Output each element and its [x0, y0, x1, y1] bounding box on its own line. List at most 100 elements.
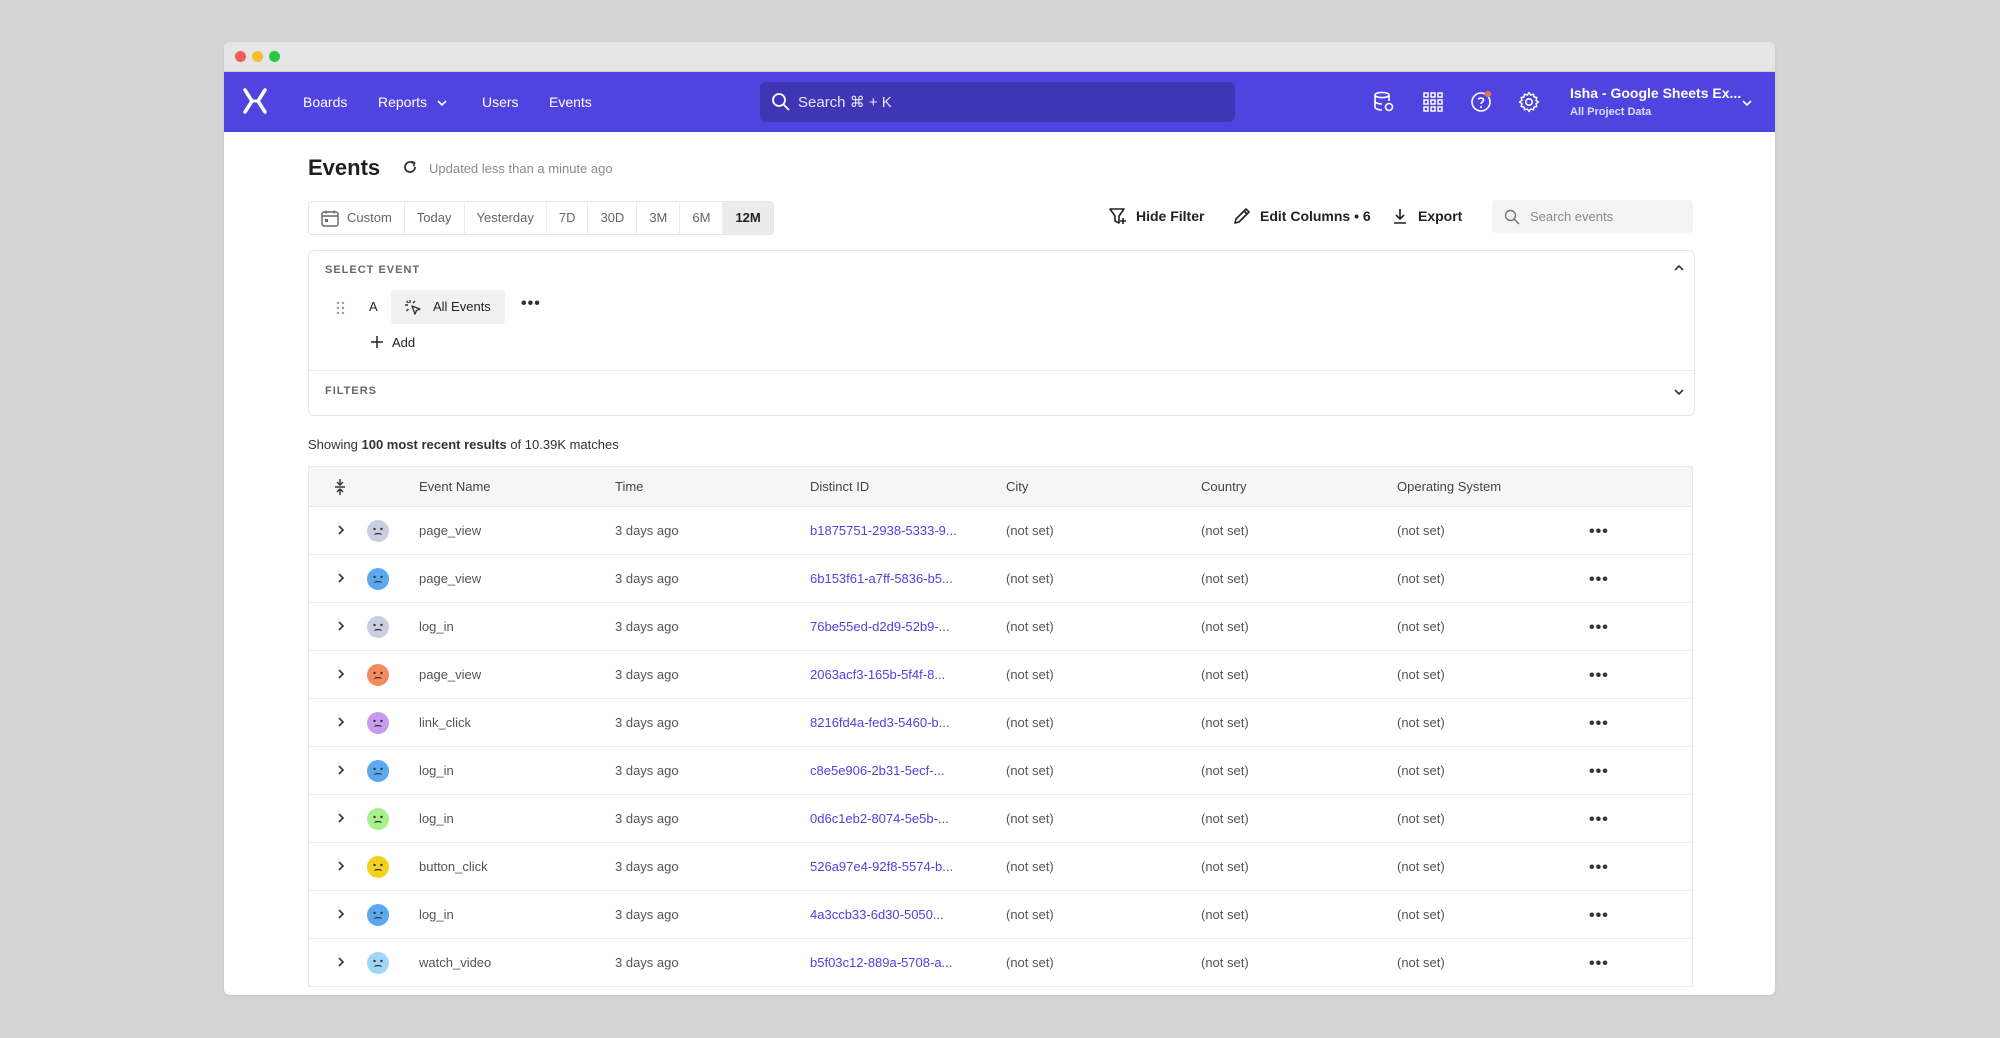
date-range-30d[interactable]: 30D: [588, 202, 638, 234]
column-city[interactable]: City: [1006, 479, 1028, 494]
cell-distinct-id-link[interactable]: 526a97e4-92f8-5574-b...: [810, 859, 953, 874]
date-range-yesterday[interactable]: Yesterday: [465, 202, 547, 234]
expand-row-chevron-icon[interactable]: [337, 812, 345, 824]
edit-columns-button[interactable]: Edit Columns • 6: [1234, 208, 1371, 224]
expand-row-chevron-icon[interactable]: [337, 860, 345, 872]
row-more-options-icon[interactable]: •••: [1589, 523, 1609, 541]
expand-chevron-down-icon[interactable]: [1674, 388, 1684, 396]
plus-icon: [371, 336, 383, 348]
cell-distinct-id-link[interactable]: 76be55ed-d2d9-52b9-...: [810, 619, 950, 634]
account-name[interactable]: Isha - Google Sheets Ex...: [1570, 85, 1741, 101]
row-more-options-icon[interactable]: •••: [1589, 955, 1609, 973]
table-row[interactable]: log_in 3 days ago 76be55ed-d2d9-52b9-... (n…: [308, 603, 1693, 651]
column-time[interactable]: Time: [615, 479, 643, 494]
table-row[interactable]: watch_video 3 days ago b5f03c12-889a-5708-…: [308, 939, 1693, 987]
cell-distinct-id-link[interactable]: b1875751-2938-5333-9...: [810, 523, 957, 538]
search-icon: [772, 93, 790, 111]
drag-handle-icon[interactable]: [336, 301, 346, 315]
table-row[interactable]: page_view 3 days ago 2063acf3-165b-5f4f-8.…: [308, 651, 1693, 699]
column-event-name[interactable]: Event Name: [419, 479, 491, 494]
table-row[interactable]: page_view 3 days ago b1875751-2938-5333-9.…: [308, 507, 1693, 555]
updated-status: Updated less than a minute ago: [429, 161, 613, 176]
cell-distinct-id-link[interactable]: b5f03c12-889a-5708-a...: [810, 955, 952, 970]
column-country[interactable]: Country: [1201, 479, 1247, 494]
row-more-options-icon[interactable]: •••: [1589, 715, 1609, 733]
table-row[interactable]: log_in 3 days ago c8e5e906-2b31-5ecf-... (n…: [308, 747, 1693, 795]
nav-users[interactable]: Users: [482, 94, 519, 110]
expand-row-chevron-icon[interactable]: [337, 668, 345, 680]
all-events-chip[interactable]: All Events: [391, 290, 505, 324]
logo-icon[interactable]: [241, 87, 269, 115]
cell-city: (not set): [1006, 523, 1054, 538]
add-event-button[interactable]: Add: [371, 335, 415, 350]
nav-reports[interactable]: Reports: [378, 94, 427, 110]
cell-time: 3 days ago: [615, 907, 679, 922]
export-label: Export: [1418, 208, 1463, 224]
date-range-selector: Custom Today Yesterday 7D 30D 3M 6M 12M: [308, 201, 774, 235]
column-operating-system[interactable]: Operating System: [1397, 479, 1501, 494]
refresh-icon[interactable]: [402, 159, 418, 175]
cell-distinct-id-link[interactable]: 4a3ccb33-6d30-5050...: [810, 907, 944, 922]
table-row[interactable]: log_in 3 days ago 0d6c1eb2-8074-5e5b-... (n…: [308, 795, 1693, 843]
table-row[interactable]: button_click 3 days ago 526a97e4-92f8-5574…: [308, 843, 1693, 891]
expand-row-chevron-icon[interactable]: [337, 524, 345, 536]
row-more-options-icon[interactable]: •••: [1589, 571, 1609, 589]
cell-event-name: page_view: [419, 571, 482, 586]
expand-row-chevron-icon[interactable]: [337, 956, 345, 968]
cell-distinct-id-link[interactable]: c8e5e906-2b31-5ecf-...: [810, 763, 944, 778]
column-distinct-id[interactable]: Distinct ID: [810, 479, 869, 494]
user-avatar-icon: [367, 904, 389, 926]
expand-row-chevron-icon[interactable]: [337, 620, 345, 632]
cell-distinct-id-link[interactable]: 8216fd4a-fed3-5460-b...: [810, 715, 950, 730]
cell-operating-system: (not set): [1397, 859, 1445, 874]
apps-grid-icon[interactable]: [1421, 90, 1445, 114]
search-events-input[interactable]: Search events: [1492, 200, 1693, 233]
global-search-placeholder: Search ⌘ + K: [798, 94, 892, 111]
cell-distinct-id-link[interactable]: 0d6c1eb2-8074-5e5b-...: [810, 811, 949, 826]
row-more-options-icon[interactable]: •••: [1589, 619, 1609, 637]
database-icon[interactable]: [1372, 90, 1396, 114]
filters-label[interactable]: FILTERS: [325, 385, 377, 397]
expand-row-chevron-icon[interactable]: [337, 572, 345, 584]
help-icon[interactable]: [1469, 90, 1493, 114]
row-more-options-icon[interactable]: •••: [1589, 763, 1609, 781]
select-event-label: SELECT EVENT: [325, 264, 421, 276]
date-range-3m[interactable]: 3M: [637, 202, 681, 234]
date-range-12m[interactable]: 12M: [723, 202, 773, 234]
results-count: 100 most recent results: [361, 437, 507, 452]
row-more-options-icon[interactable]: •••: [1589, 811, 1609, 829]
table-row[interactable]: link_click 3 days ago 8216fd4a-fed3-5460-b…: [308, 699, 1693, 747]
event-options-more-icon[interactable]: •••: [521, 295, 541, 313]
row-more-options-icon[interactable]: •••: [1589, 667, 1609, 685]
row-more-options-icon[interactable]: •••: [1589, 907, 1609, 925]
cell-time: 3 days ago: [615, 763, 679, 778]
nav-events[interactable]: Events: [549, 94, 592, 110]
minimize-window-button[interactable]: [252, 51, 263, 62]
expand-row-chevron-icon[interactable]: [337, 764, 345, 776]
expand-row-chevron-icon[interactable]: [337, 908, 345, 920]
nav-boards[interactable]: Boards: [303, 94, 347, 110]
table-row[interactable]: page_view 3 days ago 6b153f61-a7ff-5836-b5…: [308, 555, 1693, 603]
chevron-down-icon[interactable]: [437, 99, 447, 107]
main-content: Events Updated less than a minute ago Cu…: [224, 131, 1775, 995]
settings-gear-icon[interactable]: [1517, 90, 1541, 114]
date-range-custom[interactable]: Custom: [309, 202, 405, 234]
cell-operating-system: (not set): [1397, 571, 1445, 586]
cell-distinct-id-link[interactable]: 2063acf3-165b-5f4f-8...: [810, 667, 945, 682]
expand-row-chevron-icon[interactable]: [337, 716, 345, 728]
maximize-window-button[interactable]: [269, 51, 280, 62]
global-search[interactable]: Search ⌘ + K: [760, 82, 1235, 122]
collapse-chevron-up-icon[interactable]: [1674, 264, 1684, 272]
close-window-button[interactable]: [235, 51, 246, 62]
date-range-today[interactable]: Today: [405, 202, 465, 234]
collapse-all-icon[interactable]: [334, 478, 346, 496]
date-range-7d[interactable]: 7D: [547, 202, 589, 234]
table-row[interactable]: log_in 3 days ago 4a3ccb33-6d30-5050... (no…: [308, 891, 1693, 939]
account-chevron-down-icon[interactable]: [1742, 99, 1752, 107]
hide-filter-button[interactable]: Hide Filter: [1109, 208, 1204, 224]
export-button[interactable]: Export: [1394, 208, 1463, 224]
row-more-options-icon[interactable]: •••: [1589, 859, 1609, 877]
cell-country: (not set): [1201, 667, 1249, 682]
date-range-6m[interactable]: 6M: [680, 202, 724, 234]
cell-distinct-id-link[interactable]: 6b153f61-a7ff-5836-b5...: [810, 571, 953, 586]
